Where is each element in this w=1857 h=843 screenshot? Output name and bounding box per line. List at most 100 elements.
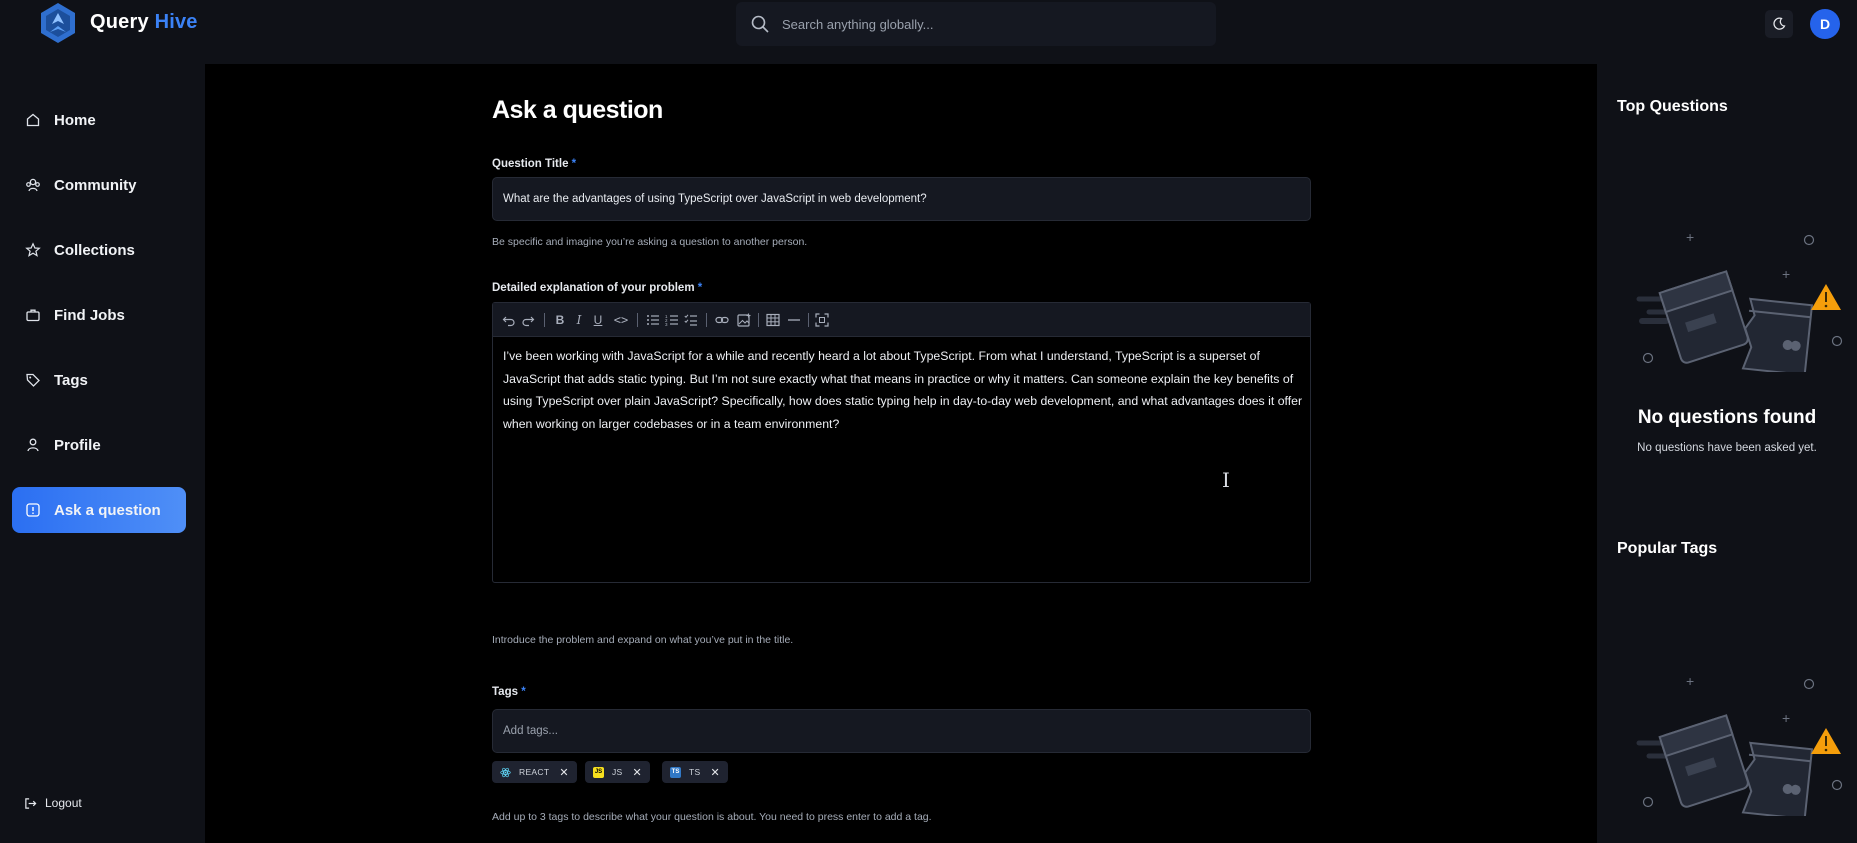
tag-icon bbox=[24, 371, 42, 389]
question-title-field[interactable] bbox=[492, 177, 1311, 221]
editor-toolbar: B I U <> 123 bbox=[493, 303, 1310, 337]
brand-name[interactable]: Query Hive bbox=[90, 11, 198, 34]
brand-name-hive: Hive bbox=[154, 11, 198, 33]
fullscreen-icon[interactable] bbox=[813, 311, 831, 329]
search-icon bbox=[751, 15, 769, 33]
rich-text-editor[interactable]: B I U <> 123 I’ve been working with Java… bbox=[492, 302, 1311, 583]
home-icon bbox=[24, 111, 42, 129]
required-mark: * bbox=[521, 686, 526, 698]
star-icon bbox=[24, 241, 42, 259]
tags-input[interactable] bbox=[493, 710, 1310, 752]
sidebar-item-community[interactable]: Community bbox=[12, 162, 186, 208]
svg-text:+: + bbox=[1686, 676, 1694, 689]
right-sidebar: Top Questions + + No questions found No … bbox=[1597, 64, 1857, 843]
javascript-icon: JS bbox=[593, 766, 604, 778]
sidebar-item-find-jobs[interactable]: Find Jobs bbox=[12, 292, 186, 338]
question-icon bbox=[24, 501, 42, 519]
text-cursor-icon: I bbox=[1222, 468, 1230, 492]
empty-state-illustration: + + bbox=[1636, 232, 1843, 372]
typescript-icon: TS bbox=[670, 766, 681, 778]
sidebar-item-profile[interactable]: Profile bbox=[12, 422, 186, 468]
empty-state-illustration: + + bbox=[1636, 676, 1843, 816]
bullet-list-icon[interactable] bbox=[644, 311, 662, 329]
link-icon[interactable] bbox=[713, 311, 731, 329]
checklist-icon[interactable] bbox=[682, 311, 700, 329]
remove-tag-icon[interactable]: ✕ bbox=[559, 766, 568, 779]
bold-icon[interactable]: B bbox=[551, 311, 569, 329]
question-title-input[interactable] bbox=[493, 178, 1310, 220]
svg-text:+: + bbox=[1782, 266, 1790, 282]
sidebar-item-tags[interactable]: Tags bbox=[12, 357, 186, 403]
users-icon bbox=[24, 176, 42, 194]
table-icon[interactable] bbox=[764, 311, 782, 329]
sidebar-item-label: Find Jobs bbox=[54, 306, 125, 324]
tags-label-text: Tags bbox=[492, 686, 518, 698]
toolbar-divider bbox=[637, 313, 638, 327]
briefcase-icon bbox=[24, 306, 42, 324]
toolbar-divider bbox=[758, 313, 759, 327]
tags-label: Tags * bbox=[492, 686, 526, 698]
left-sidebar: Home Community Collections Find Jobs Tag… bbox=[0, 64, 205, 843]
redo-icon[interactable] bbox=[519, 311, 537, 329]
tag-name: TS bbox=[689, 767, 701, 777]
toolbar-divider bbox=[706, 313, 707, 327]
required-mark: * bbox=[571, 158, 577, 170]
logout-label: Logout bbox=[45, 796, 82, 810]
code-icon[interactable]: <> bbox=[612, 311, 630, 329]
tag-chip-ts[interactable]: TS TS ✕ bbox=[662, 761, 728, 783]
query-hive-logo[interactable] bbox=[38, 2, 78, 44]
required-mark: * bbox=[697, 282, 703, 294]
moon-icon bbox=[1773, 17, 1786, 30]
image-icon[interactable] bbox=[735, 311, 753, 329]
logout-button[interactable]: Logout bbox=[24, 796, 82, 810]
tag-name: REACT bbox=[519, 767, 550, 777]
italic-icon[interactable]: I bbox=[570, 311, 588, 329]
react-icon bbox=[500, 767, 511, 778]
tag-chip-js[interactable]: JS JS ✕ bbox=[585, 761, 650, 783]
editor-content[interactable]: I’ve been working with JavaScript for a … bbox=[503, 345, 1303, 435]
remove-tag-icon[interactable]: ✕ bbox=[710, 766, 719, 779]
sidebar-item-label: Profile bbox=[54, 436, 101, 454]
explanation-label-text: Detailed explanation of your problem bbox=[492, 282, 695, 294]
tags-field[interactable] bbox=[492, 709, 1311, 753]
numbered-list-icon[interactable]: 123 bbox=[663, 311, 681, 329]
tag-name: JS bbox=[612, 767, 623, 777]
explanation-label: Detailed explanation of your problem * bbox=[492, 282, 702, 294]
sidebar-item-ask-question[interactable]: Ask a question bbox=[12, 487, 186, 533]
sidebar-item-home[interactable]: Home bbox=[12, 97, 186, 143]
top-questions-title: Top Questions bbox=[1617, 98, 1728, 115]
svg-text:3: 3 bbox=[665, 322, 668, 327]
brand-name-query: Query bbox=[90, 11, 149, 33]
underline-icon[interactable]: U bbox=[589, 311, 607, 329]
question-title-label-text: Question Title bbox=[492, 158, 569, 170]
sidebar-item-label: Tags bbox=[54, 371, 88, 389]
top-bar: Query Hive D bbox=[0, 0, 1857, 64]
sidebar-item-label: Community bbox=[54, 176, 137, 194]
popular-tags-title: Popular Tags bbox=[1617, 540, 1718, 557]
sidebar-item-collections[interactable]: Collections bbox=[12, 227, 186, 273]
remove-tag-icon[interactable]: ✕ bbox=[633, 766, 642, 779]
sidebar-item-label: Collections bbox=[54, 241, 135, 259]
toolbar-divider bbox=[544, 313, 545, 327]
toolbar-divider bbox=[808, 313, 809, 327]
svg-text:+: + bbox=[1686, 232, 1694, 245]
svg-text:+: + bbox=[1782, 710, 1790, 726]
global-search[interactable] bbox=[736, 2, 1216, 46]
question-title-label: Question Title * bbox=[492, 158, 576, 170]
sidebar-item-label: Home bbox=[54, 111, 96, 129]
user-icon bbox=[24, 436, 42, 454]
undo-icon[interactable] bbox=[500, 311, 518, 329]
page-title: Ask a question bbox=[492, 96, 663, 124]
theme-toggle-button[interactable] bbox=[1765, 10, 1793, 38]
sidebar-item-label: Ask a question bbox=[54, 501, 161, 519]
tag-chip-react[interactable]: REACT ✕ bbox=[492, 761, 577, 783]
search-input[interactable] bbox=[782, 2, 1202, 46]
user-avatar[interactable]: D bbox=[1810, 9, 1840, 39]
question-title-hint: Be specific and imagine you’re asking a … bbox=[492, 236, 808, 248]
explanation-hint: Introduce the problem and expand on what… bbox=[492, 634, 794, 646]
main-content: Ask a question Question Title * Be speci… bbox=[205, 64, 1597, 843]
logout-icon bbox=[25, 797, 37, 809]
empty-state-title: No questions found bbox=[1637, 407, 1817, 428]
horizontal-rule-icon[interactable] bbox=[785, 311, 803, 329]
tags-hint: Add up to 3 tags to describe what your q… bbox=[492, 811, 932, 823]
